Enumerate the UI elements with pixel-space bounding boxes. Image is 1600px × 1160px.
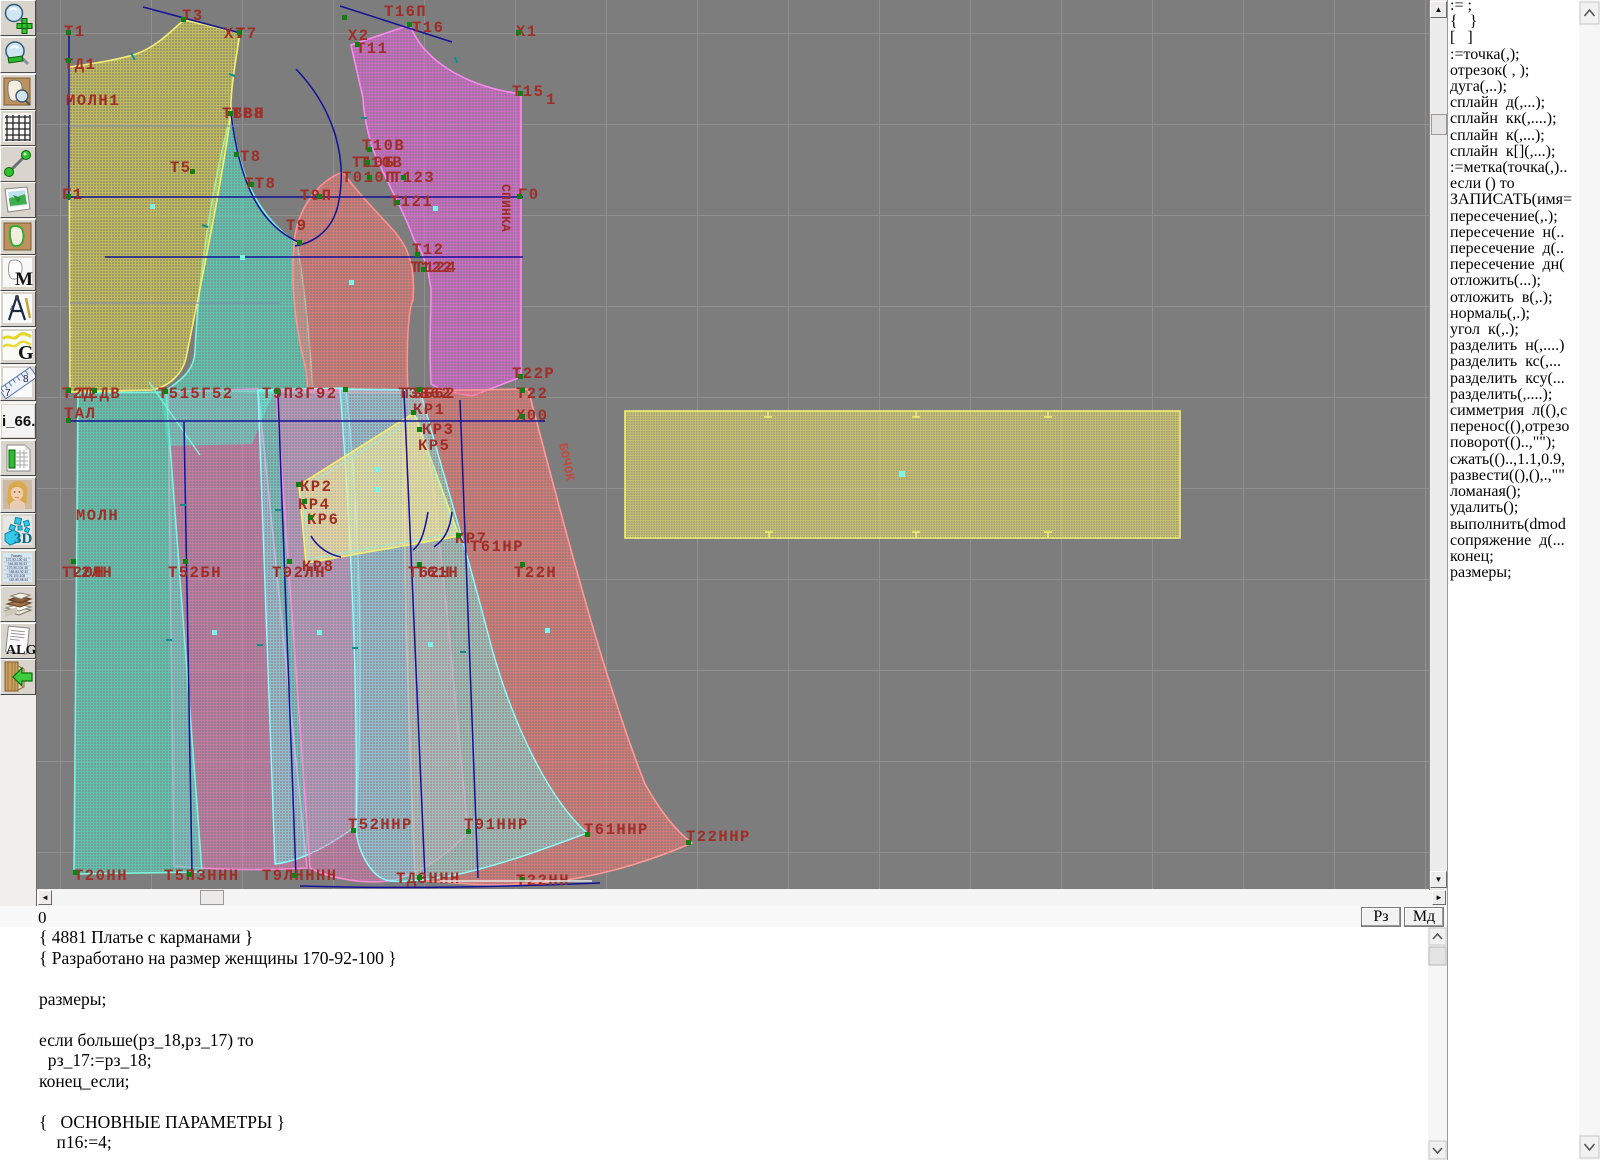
svg-text:Т9ПЗГ92: Т9ПЗГ92 xyxy=(262,385,338,403)
svg-text:Т2ЛН: Т2ЛН xyxy=(70,564,113,582)
svg-text:Т61НР: Т61НР xyxy=(470,538,524,556)
svg-text:Т515Г52: Т515Г52 xyxy=(158,385,234,403)
svg-text:M: M xyxy=(15,269,33,290)
svg-text:Т92ЛН: Т92ЛН xyxy=(272,564,326,582)
svg-text:Т5: Т5 xyxy=(170,159,192,177)
svg-text:ТВ8: ТВ8 xyxy=(232,105,264,123)
svg-text:КР2: КР2 xyxy=(300,478,332,496)
svg-text:8: 8 xyxy=(23,374,29,385)
svg-text:СПИНКА: СПИНКА xyxy=(498,184,513,232)
svg-text:Т10В: Т10В xyxy=(362,137,405,155)
svg-text:МОЛН1: МОЛН1 xyxy=(66,92,120,110)
svg-text:Т16: Т16 xyxy=(412,19,444,37)
svg-text:ТТ8: ТТ8 xyxy=(244,175,276,193)
svg-text:Г1: Г1 xyxy=(62,186,84,204)
svg-text:КР5: КР5 xyxy=(418,437,450,455)
svg-text:3D: 3D xyxy=(14,531,33,547)
svg-text:7: 7 xyxy=(5,388,11,399)
svg-text:G: G xyxy=(18,342,34,363)
svg-text:1: 1 xyxy=(546,91,557,109)
svg-text:i_66.: i_66. xyxy=(2,413,35,430)
svg-text:Т8: Т8 xyxy=(240,148,262,166)
svg-text:Т22ННР: Т22ННР xyxy=(686,828,751,846)
svg-text:Т20НН: Т20НН xyxy=(74,867,128,885)
svg-text:A: A xyxy=(10,306,14,312)
svg-text:Т61ННР: Т61ННР xyxy=(584,821,649,839)
svg-text:Т9ЛНННН: Т9ЛНННН xyxy=(262,867,338,885)
svg-text:Т22: Т22 xyxy=(516,385,548,403)
svg-text:Т15: Т15 xyxy=(512,83,544,101)
svg-text:Т61Н: Т61Н xyxy=(416,564,459,582)
svg-text:КР1: КР1 xyxy=(413,401,445,419)
svg-text:162-90-98 44: 162-90-98 44 xyxy=(9,578,28,582)
svg-text:Т9П: Т9П xyxy=(300,187,332,205)
svg-text:Т52БН: Т52БН xyxy=(168,564,222,582)
svg-text:Т123: Т123 xyxy=(392,169,435,187)
svg-text:Т5ПЗННН: Т5ПЗННН xyxy=(164,867,240,885)
svg-text:ALG: ALG xyxy=(6,643,35,658)
svg-text:Т91ННР: Т91ННР xyxy=(464,816,529,834)
svg-text:ТДЗННН: ТДЗННН xyxy=(396,870,461,888)
svg-text:Т9: Т9 xyxy=(286,217,308,235)
svg-text:Т124: Т124 xyxy=(414,259,457,277)
svg-text:Т11: Т11 xyxy=(356,40,388,58)
svg-text:МОЛН: МОЛН xyxy=(76,507,119,525)
svg-text:Т3: Т3 xyxy=(182,7,204,25)
svg-text:Т2ДВ: Т2ДВ xyxy=(78,385,121,403)
svg-text:Т52ННР: Т52ННР xyxy=(348,816,413,834)
